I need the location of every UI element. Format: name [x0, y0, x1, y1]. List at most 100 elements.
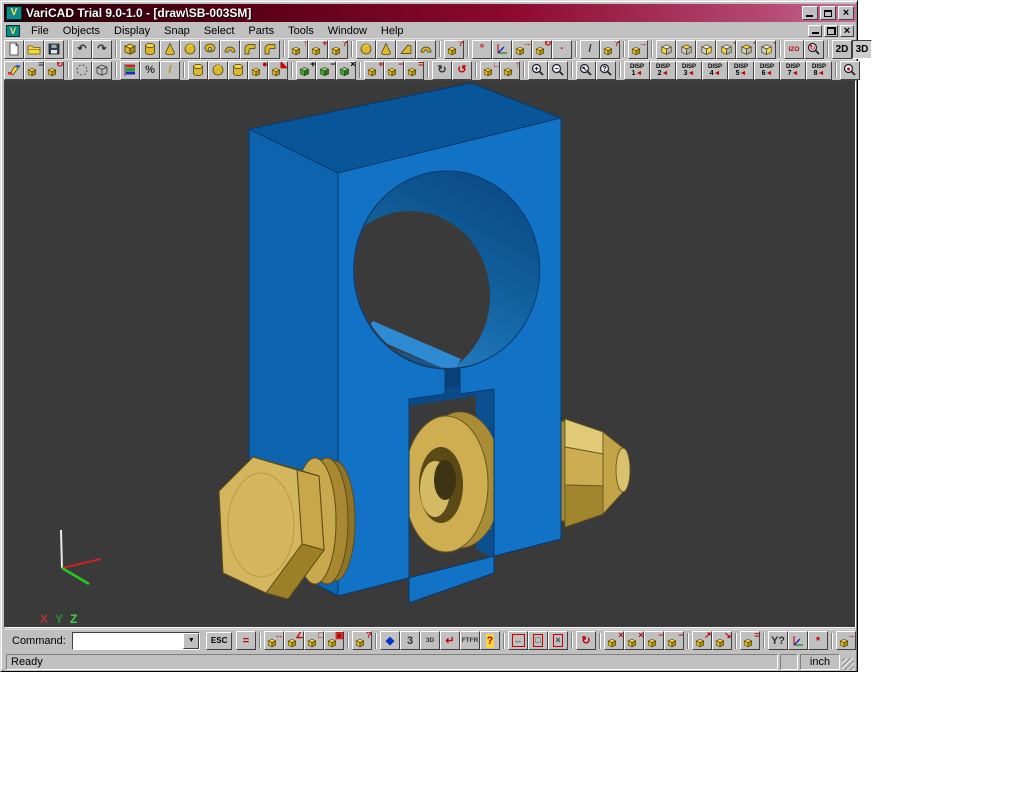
solid-box-button[interactable]: [120, 40, 140, 59]
fillet-edge-button[interactable]: ●: [248, 61, 268, 80]
face-edit-button[interactable]: ?: [328, 40, 348, 59]
mirror-solid-button[interactable]: ↘: [712, 631, 732, 650]
view-face-left-button[interactable]: ·: [756, 40, 776, 59]
boolean-intersect-button[interactable]: ×: [336, 61, 356, 80]
zoom-previous-button[interactable]: ?: [596, 61, 616, 80]
close-button[interactable]: ×: [838, 6, 854, 20]
menu-item-display[interactable]: Display: [107, 24, 157, 38]
measure-volume-button[interactable]: ▣: [324, 631, 344, 650]
screw-tool-button[interactable]: [228, 61, 248, 80]
disp-3-button[interactable]: DISP3◄: [676, 61, 702, 80]
menu-item-file[interactable]: File: [24, 24, 56, 38]
title-bar[interactable]: V VariCAD Trial 9.0-1.0 - [draw\SB-003SM…: [4, 4, 856, 22]
wireframe-mode-button[interactable]: ≡: [24, 61, 44, 80]
menu-item-window[interactable]: Window: [321, 24, 374, 38]
snap-mode-button[interactable]: /: [580, 40, 600, 59]
sphere-hatch-button[interactable]: [208, 61, 228, 80]
deselect-all-button[interactable]: ×: [548, 631, 568, 650]
disp-7-button[interactable]: DISP7◄: [780, 61, 806, 80]
disp-2-button[interactable]: DISP2◄: [650, 61, 676, 80]
dynamic-rotation-button[interactable]: ↻: [44, 61, 64, 80]
zoom-in-button[interactable]: +: [528, 61, 548, 80]
minimize-button[interactable]: [802, 6, 818, 20]
command-dropdown-button[interactable]: ▼: [183, 633, 199, 649]
view-face-bottom-button[interactable]: ·: [736, 40, 756, 59]
solid-pipe-button[interactable]: [260, 40, 280, 59]
delete-element-button[interactable]: ×: [624, 631, 644, 650]
view-face-front-button[interactable]: [656, 40, 676, 59]
boolean-add-button[interactable]: +: [296, 61, 316, 80]
solid-cylinder-button[interactable]: [140, 40, 160, 59]
solid-ball-button[interactable]: [356, 40, 376, 59]
select-dimensions-button[interactable]: ↔: [508, 631, 528, 650]
copy-solid-button[interactable]: ↗: [692, 631, 712, 650]
view-rotate-button[interactable]: ↻: [804, 40, 824, 59]
save-file-button[interactable]: [44, 40, 64, 59]
iso-view-button[interactable]: IZO: [784, 40, 804, 59]
section-solid-button[interactable]: +: [308, 40, 328, 59]
extrude-solid-button[interactable]: ↑: [288, 40, 308, 59]
measure-angle-button[interactable]: ∠: [284, 631, 304, 650]
view-face-right-button[interactable]: [696, 40, 716, 59]
disp-6-button[interactable]: DISP6◄: [754, 61, 780, 80]
attach-point-button[interactable]: *: [808, 631, 828, 650]
zoom-all-button[interactable]: ●: [840, 61, 860, 80]
redo-button[interactable]: ↷: [92, 40, 112, 59]
view-3d-button[interactable]: 3D: [852, 40, 872, 59]
move-solid-button[interactable]: →: [512, 40, 532, 59]
solid-elbow-button[interactable]: [240, 40, 260, 59]
new-file-button[interactable]: [4, 40, 24, 59]
locate-solid-button[interactable]: °: [472, 40, 492, 59]
command-input[interactable]: [73, 634, 183, 648]
disp-5-button[interactable]: DISP5◄: [728, 61, 754, 80]
delete-edge-button[interactable]: −: [644, 631, 664, 650]
delete-solid-button[interactable]: ×: [604, 631, 624, 650]
measure-area-button[interactable]: □: [304, 631, 324, 650]
select-window-button[interactable]: □: [528, 631, 548, 650]
solid-attributes-button[interactable]: ?: [444, 40, 464, 59]
replace-solid-button[interactable]: =: [404, 61, 424, 80]
solid-wedge-button[interactable]: [396, 40, 416, 59]
query-point-button[interactable]: Y?: [768, 631, 788, 650]
thread-tool-button[interactable]: [188, 61, 208, 80]
solid-rib-button[interactable]: [416, 40, 436, 59]
query-solid-button[interactable]: ?: [600, 40, 620, 59]
child-close-button[interactable]: ×: [840, 25, 854, 37]
dynamic-pan-button[interactable]: →: [836, 631, 856, 650]
outline-view-button[interactable]: [92, 61, 112, 80]
solid-half-torus-button[interactable]: [220, 40, 240, 59]
menu-item-parts[interactable]: Parts: [241, 24, 281, 38]
disp-1-button[interactable]: DISP1◄: [624, 61, 650, 80]
view-face-back-button[interactable]: ·: [716, 40, 736, 59]
maximize-button[interactable]: [820, 6, 836, 20]
axes-position-button[interactable]: [788, 631, 808, 650]
esc-button[interactable]: ESC: [206, 632, 232, 650]
delete-face-button[interactable]: −: [664, 631, 684, 650]
undo-button[interactable]: ↶: [72, 40, 92, 59]
child-minimize-button[interactable]: [808, 25, 822, 37]
hidden-lines-button[interactable]: [72, 61, 92, 80]
view-2d-button[interactable]: 2D: [832, 40, 852, 59]
open-file-button[interactable]: [24, 40, 44, 59]
disp-4-button[interactable]: DISP4◄: [702, 61, 728, 80]
axes-3d-button[interactable]: [492, 40, 512, 59]
viewport-3d[interactable]: X Y Z: [4, 80, 856, 628]
file-transfer-button[interactable]: FTFR: [460, 631, 480, 650]
calculator-button[interactable]: =: [236, 631, 256, 650]
rotate-solid-button[interactable]: ↻: [532, 40, 552, 59]
disp-8-button[interactable]: DISP8◄: [806, 61, 832, 80]
library-parts-button[interactable]: ◆: [380, 631, 400, 650]
menu-item-snap[interactable]: Snap: [157, 24, 197, 38]
rotate-cw-button[interactable]: ↻: [432, 61, 452, 80]
view-face-top-button[interactable]: [676, 40, 696, 59]
insert-solid-button[interactable]: +: [364, 61, 384, 80]
sketch-plane-button[interactable]: 3: [400, 631, 420, 650]
resize-grip[interactable]: [842, 658, 854, 670]
menu-item-select[interactable]: Select: [197, 24, 242, 38]
solid-torus-button[interactable]: [200, 40, 220, 59]
point-snap-button[interactable]: ·: [552, 40, 572, 59]
remove-solid-button[interactable]: −: [384, 61, 404, 80]
rotate-ccw-button[interactable]: ↺: [452, 61, 472, 80]
help-prompt-button[interactable]: ↵: [440, 631, 460, 650]
zoom-window-button[interactable]: ↖: [576, 61, 596, 80]
